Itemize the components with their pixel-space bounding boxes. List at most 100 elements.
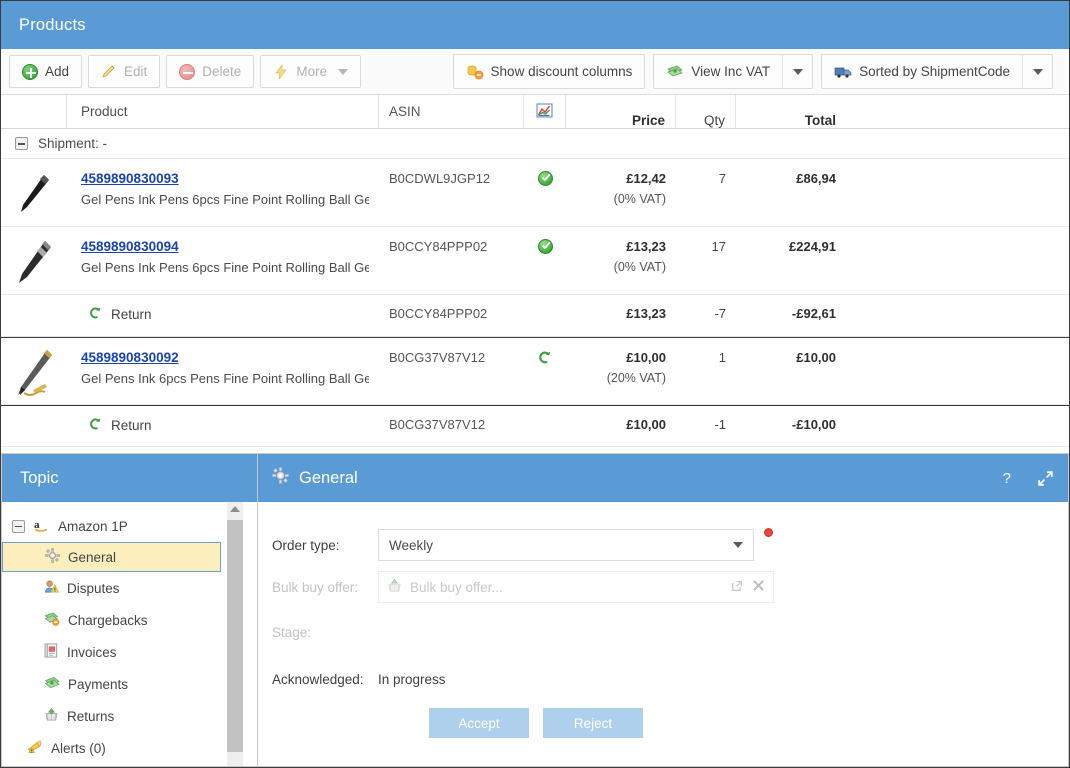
general-panel: General ? Order type: Weekly Bulk buy of… (257, 453, 1069, 767)
column-header-total-label: Total (804, 113, 836, 128)
help-icon[interactable]: ? (1003, 470, 1011, 487)
return-info: Return (67, 406, 379, 446)
sidebar-item-amazon-1p[interactable]: a Amazon 1P (2, 510, 257, 542)
table-row[interactable]: 4589890830092 Gel Pens Ink 6pcs Pens Fin… (1, 337, 1069, 405)
scrollbar-thumb[interactable] (227, 520, 243, 752)
show-discount-columns-button[interactable]: Show discount columns (454, 55, 645, 88)
invoices-icon (44, 643, 59, 661)
reject-button[interactable]: Reject (543, 708, 643, 738)
edit-button[interactable]: Edit (88, 55, 161, 88)
topic-panel-title: Topic (20, 468, 59, 487)
column-header-total[interactable]: Total (736, 95, 846, 128)
product-vat-note: (0% VAT) (613, 260, 666, 274)
product-price-cell: £13,23 (0% VAT) (566, 227, 676, 294)
sorted-by-label: Sorted by ShipmentCode (859, 63, 1010, 79)
column-header-asin-label: ASIN (389, 104, 421, 119)
group-row-shipment[interactable]: Shipment: - (1, 129, 1069, 159)
product-total: £224,91 (789, 239, 836, 254)
product-info: 4589890830093 Gel Pens Ink Pens 6pcs Fin… (67, 159, 379, 226)
acknowledged-label: Acknowledged: (272, 671, 364, 687)
status-cell (524, 338, 566, 404)
products-panel: Products Add Edit Delete More Show disco… (1, 1, 1069, 453)
add-button-label: Add (45, 63, 70, 79)
column-header-product[interactable]: Product (67, 95, 379, 128)
collapse-icon[interactable] (12, 519, 25, 533)
column-header-status[interactable] (524, 95, 566, 128)
table-row[interactable]: Return B0CCY84PPP02 £13,23 -7 -£92,61 (1, 295, 1069, 337)
product-info: 4589890830094 Gel Pens Ink Pens 6pcs Fin… (67, 227, 379, 294)
chart-icon (536, 103, 553, 121)
table-row[interactable]: 4589890830094 Gel Pens Ink Pens 6pcs Fin… (1, 227, 1069, 295)
order-type-label: Order type: (272, 537, 340, 553)
product-code-link[interactable]: 4589890830094 (81, 239, 369, 254)
view-inc-vat-dropdown[interactable] (782, 55, 812, 88)
bottom-area: Topic a Amazon 1P General Disputes Charg… (1, 453, 1069, 767)
product-code-link[interactable]: 4589890830092 (81, 350, 369, 365)
sidebar-item-label: Invoices (67, 644, 117, 660)
products-panel-header: Products (1, 1, 1069, 49)
add-button[interactable]: Add (9, 55, 83, 88)
scroll-up-arrow-icon[interactable] (230, 506, 240, 512)
column-header-asin[interactable]: ASIN (379, 95, 524, 128)
gear-icon (45, 548, 60, 566)
sorted-by-dropdown[interactable] (1022, 55, 1052, 88)
sidebar-item-alerts[interactable]: Alerts (0) (2, 732, 257, 764)
product-thumbnail (1, 159, 67, 226)
sidebar-item-label: General (68, 549, 117, 565)
view-inc-vat-button[interactable]: View Inc VAT (654, 55, 782, 88)
sidebar-item-invoices[interactable]: Invoices (2, 636, 257, 668)
products-toolbar: Add Edit Delete More Show discount colum… (1, 49, 1069, 95)
clear-icon[interactable] (752, 579, 765, 595)
return-arrow-icon (89, 306, 103, 323)
accept-button[interactable]: Accept (429, 708, 529, 738)
sorted-by-button[interactable]: Sorted by ShipmentCode (822, 55, 1022, 88)
column-header-qty[interactable]: Qty (676, 95, 736, 128)
stage-label: Stage: (272, 624, 312, 640)
product-code-link[interactable]: 4589890830093 (81, 171, 369, 186)
return-arrow-icon (89, 417, 103, 434)
status-cell (524, 295, 566, 336)
sidebar-item-returns[interactable]: Returns (2, 700, 257, 732)
column-header-image[interactable] (1, 95, 67, 128)
return-label-wrap: Return (89, 306, 369, 323)
page-title: Products (19, 15, 86, 34)
sidebar-item-chargebacks[interactable]: Chargebacks (2, 604, 257, 636)
column-header-price[interactable]: Price (566, 95, 676, 128)
sidebar-item-payments[interactable]: Payments (2, 668, 257, 700)
sidebar-item-disputes[interactable]: Disputes (2, 572, 257, 604)
table-row[interactable]: 4589890830093 Gel Pens Ink Pens 6pcs Fin… (1, 159, 1069, 227)
collapse-icon[interactable] (15, 137, 28, 150)
product-description: Gel Pens Ink Pens 6pcs Fine Point Rollin… (81, 192, 369, 207)
product-price: £13,23 (626, 239, 666, 254)
return-label: Return (111, 307, 152, 322)
products-grid: Product ASIN Price Qty Total Shipment: -… (1, 95, 1069, 447)
product-thumbnail (1, 338, 67, 404)
delete-button[interactable]: Delete (166, 55, 255, 88)
alerts-icon (26, 739, 43, 757)
return-price: £13,23 (626, 306, 666, 321)
topic-tree-scrollbar[interactable] (227, 502, 243, 766)
bulk-buy-offer-input[interactable]: Bulk buy offer... (378, 571, 774, 603)
bulk-buy-offer-row: Bulk buy offer: Bulk buy offer... (272, 566, 1068, 608)
return-arrow-icon (538, 350, 553, 368)
table-row[interactable]: Return B0CG37V87V12 £10,00 -1 -£10,00 (1, 405, 1069, 447)
product-qty: 17 (711, 239, 726, 254)
status-cell (524, 159, 566, 226)
sidebar-item-general[interactable]: General (2, 542, 221, 572)
open-external-icon[interactable] (730, 579, 744, 596)
more-button[interactable]: More (260, 55, 362, 88)
chevron-down-icon (338, 68, 349, 75)
discount-coins-icon (466, 64, 484, 80)
expand-icon[interactable] (1037, 470, 1054, 487)
order-type-select[interactable]: Weekly (378, 529, 754, 561)
returns-icon (44, 707, 59, 725)
product-vat-note: (20% VAT) (606, 371, 666, 385)
product-asin: B0CCY84PPP02 (389, 239, 488, 254)
disputes-icon (44, 579, 60, 597)
return-total: -£92,61 (791, 306, 836, 321)
bulk-buy-offer-placeholder: Bulk buy offer... (410, 579, 503, 595)
chargebacks-icon (44, 611, 60, 629)
application-window: Products Add Edit Delete More Show disco… (1, 1, 1069, 767)
sidebar-item-label: Amazon 1P (58, 518, 128, 534)
product-price: £10,00 (626, 350, 666, 365)
